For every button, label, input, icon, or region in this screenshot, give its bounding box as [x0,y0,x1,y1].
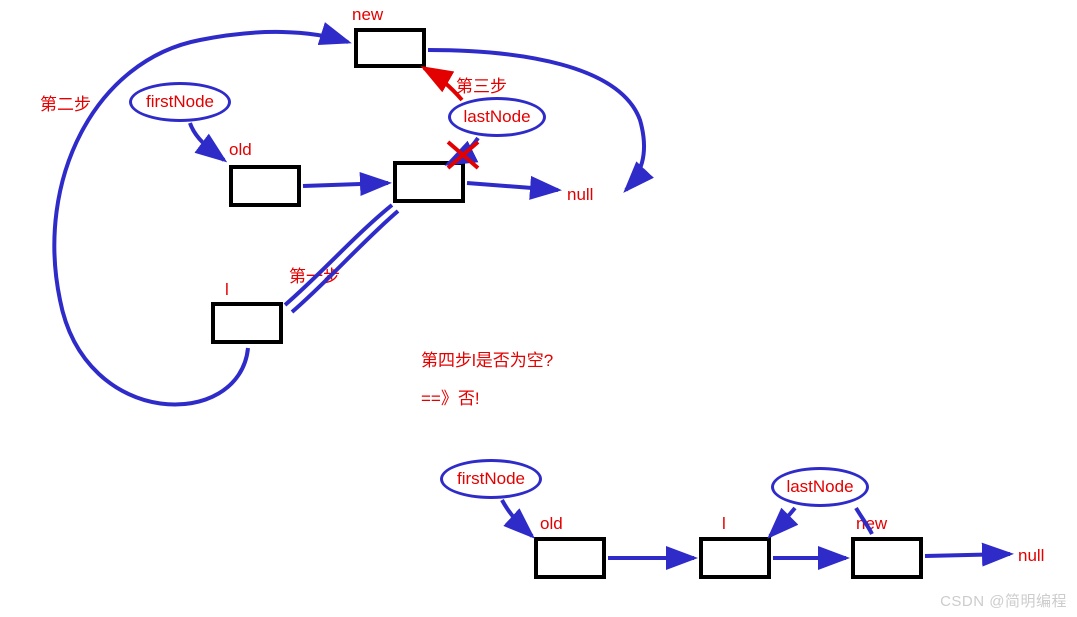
arrows-layer [0,0,1077,617]
